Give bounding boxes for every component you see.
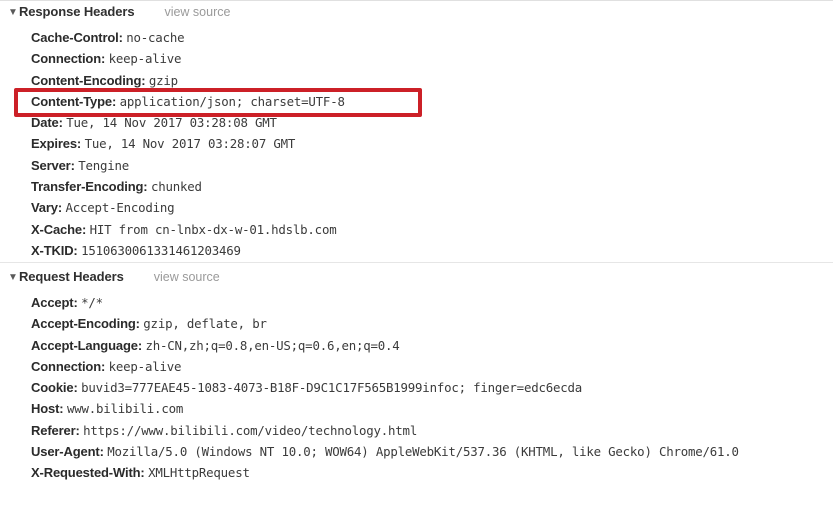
sections-divider [0, 262, 833, 263]
header-value: Accept-Encoding [65, 200, 175, 216]
header-name: X-TKID: [31, 242, 82, 258]
header-value: 1510630061331461203469 [81, 242, 241, 258]
disclosure-triangle-down-icon[interactable]: ▼ [8, 3, 19, 23]
response-view-source-link[interactable]: view source [164, 5, 230, 19]
header-value: https://www.bilibili.com/video/technolog… [83, 422, 418, 438]
header-row: Expires: Tue, 14 Nov 2017 03:28:07 GMT [31, 133, 833, 154]
header-row: Host: www.bilibili.com [31, 398, 833, 419]
header-name: Date: [31, 115, 67, 131]
header-row: Connection: keep-alive [31, 48, 833, 69]
header-value: www.bilibili.com [66, 401, 184, 417]
header-name: Content-Type: [31, 93, 120, 109]
header-row: Vary: Accept-Encoding [31, 197, 833, 218]
header-row: X-Requested-With: XMLHttpRequest [31, 462, 833, 483]
header-name: Host: [31, 401, 67, 417]
header-row: Cache-Control: no-cache [31, 27, 833, 48]
header-name: Transfer-Encoding: [31, 179, 151, 195]
response-headers-title: Response Headers [19, 4, 135, 19]
panel-top-divider [0, 0, 833, 1]
header-value: */* [81, 295, 103, 310]
header-row: Server: Tengine [31, 155, 833, 176]
header-value: keep-alive [108, 51, 182, 67]
header-value: gzip [148, 72, 178, 88]
request-headers-title: Request Headers [19, 269, 124, 284]
header-value: buvid3=777EAE45-1083-4073-B18F-D9C1C17F5… [81, 380, 583, 396]
header-name: Accept-Encoding: [31, 316, 144, 332]
header-row: Accept: */* [31, 292, 833, 313]
header-name: X-Requested-With: [31, 465, 149, 481]
header-name: Vary: [31, 200, 66, 216]
header-name: Connection: [31, 358, 109, 374]
disclosure-triangle-down-icon[interactable]: ▼ [8, 268, 19, 288]
header-row: X-TKID: 1510630061331461203469 [31, 240, 833, 261]
request-headers-section: ▼ Request Headers view source Accept: */… [0, 269, 833, 484]
header-name: Referer: [31, 422, 84, 438]
header-value: application/json; charset=UTF-8 [119, 93, 345, 109]
header-name: Expires: [31, 136, 85, 152]
request-headers-list: Accept: */* Accept-Encoding: gzip, defla… [0, 292, 833, 484]
header-row: Accept-Language: zh-CN,zh;q=0.8,en-US;q=… [31, 335, 833, 356]
header-value: Tengine [78, 157, 130, 173]
header-value: Tue, 14 Nov 2017 03:28:08 GMT [66, 115, 277, 131]
network-headers-panel: ▼ Response Headers view source Cache-Con… [0, 0, 833, 521]
header-value: no-cache [126, 30, 185, 45]
request-view-source-link[interactable]: view source [154, 270, 220, 284]
header-value: HIT from cn-lnbx-dx-w-01.hdslb.com [89, 221, 337, 237]
header-value: XMLHttpRequest [148, 465, 250, 481]
response-headers-list: Cache-Control: no-cache Connection: keep… [0, 27, 833, 261]
header-row: Accept-Encoding: gzip, deflate, br [31, 313, 833, 334]
header-name: Connection: [31, 51, 109, 67]
header-name: User-Agent: [31, 444, 108, 460]
header-value: gzip, deflate, br [143, 316, 267, 332]
header-value: Tue, 14 Nov 2017 03:28:07 GMT [84, 136, 296, 152]
header-value: keep-alive [108, 358, 182, 374]
header-name: Cookie: [31, 380, 82, 396]
header-row: Content-Encoding: gzip [31, 70, 833, 91]
response-headers-section: ▼ Response Headers view source Cache-Con… [0, 4, 833, 261]
header-row: Date: Tue, 14 Nov 2017 03:28:08 GMT [31, 112, 833, 133]
header-value: Mozilla/5.0 (Windows NT 10.0; WOW64) App… [107, 444, 739, 460]
header-name: Cache-Control: [31, 30, 127, 45]
header-row: X-Cache: HIT from cn-lnbx-dx-w-01.hdslb.… [31, 219, 833, 240]
header-row: Transfer-Encoding: chunked [31, 176, 833, 197]
request-headers-header[interactable]: ▼ Request Headers view source [0, 269, 833, 289]
header-row: Referer: https://www.bilibili.com/video/… [31, 420, 833, 441]
header-name: Accept-Language: [31, 337, 146, 353]
header-name: Accept: [31, 295, 82, 310]
header-row-content-type: Content-Type: application/json; charset=… [31, 91, 833, 112]
header-row: Connection: keep-alive [31, 356, 833, 377]
header-name: Server: [31, 157, 79, 173]
header-value: zh-CN,zh;q=0.8,en-US;q=0.6,en;q=0.4 [145, 337, 400, 353]
header-row: User-Agent: Mozilla/5.0 (Windows NT 10.0… [31, 441, 833, 462]
header-name: X-Cache: [31, 221, 90, 237]
header-row: Cookie: buvid3=777EAE45-1083-4073-B18F-D… [31, 377, 833, 398]
response-headers-header[interactable]: ▼ Response Headers view source [0, 4, 833, 24]
header-value: chunked [150, 179, 202, 195]
header-name: Content-Encoding: [31, 72, 149, 88]
